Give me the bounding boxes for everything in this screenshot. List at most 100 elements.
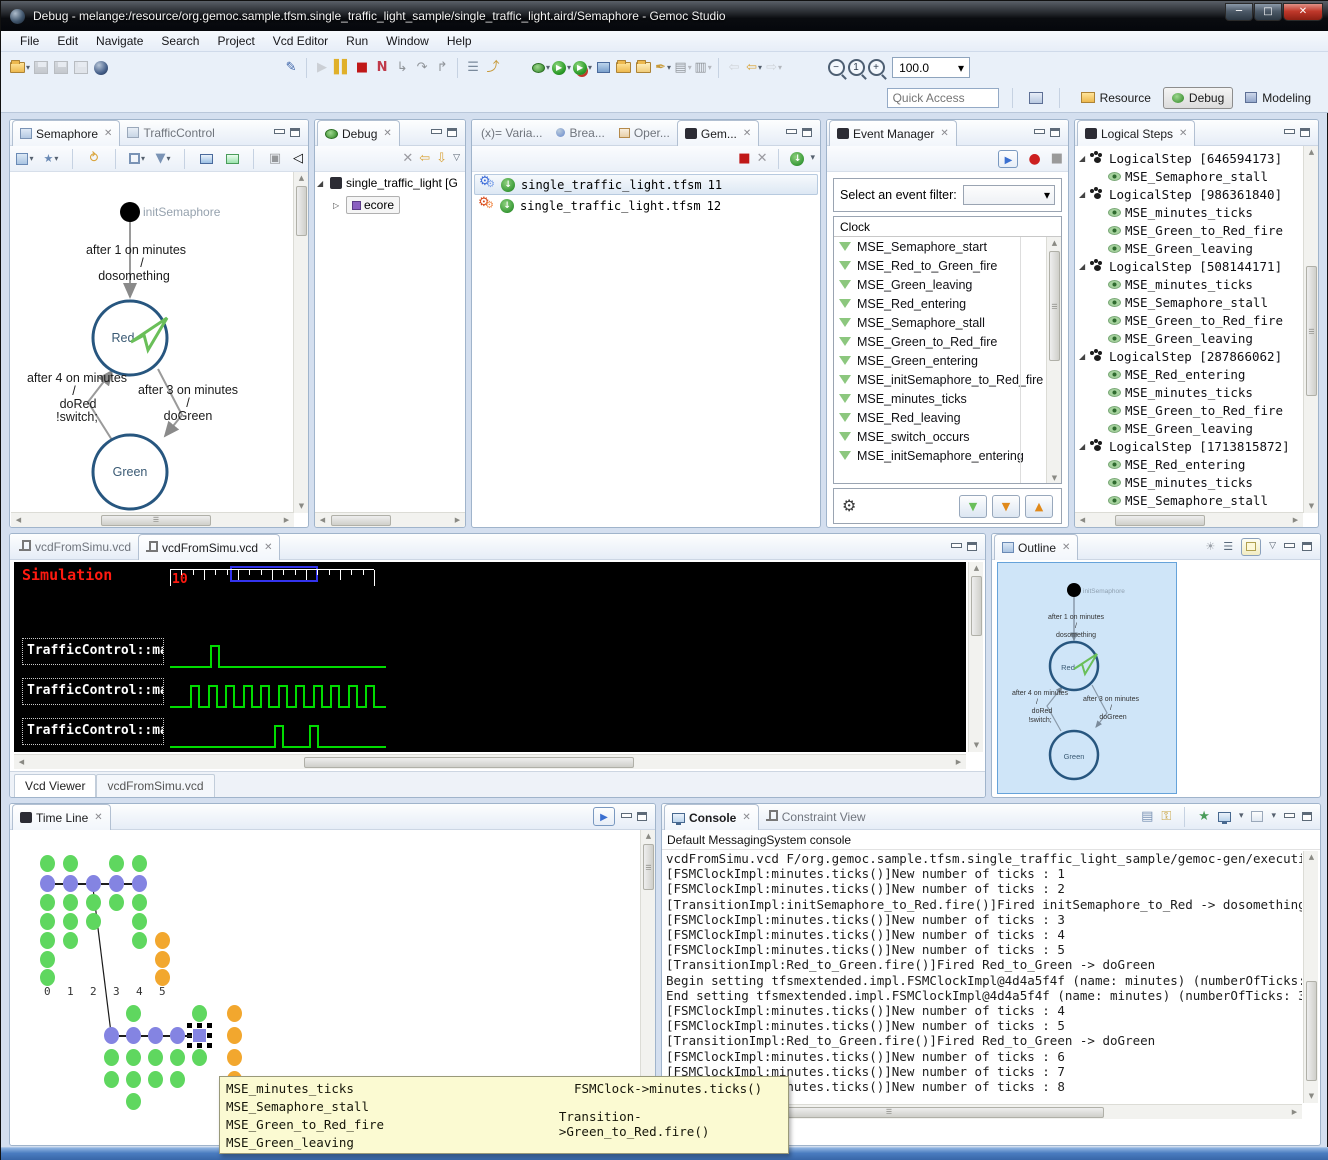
vcd-vscrollbar[interactable]: ▲▼ [968,562,983,752]
maximize-view-icon[interactable] [1302,542,1312,551]
perspective-resource-button[interactable]: Resource [1073,88,1159,108]
outline-overview[interactable]: initSemaphore after 1 on minutes / dosom… [997,562,1177,794]
tab-event-manager-close-icon[interactable]: ✕ [940,128,948,139]
perspective-debug-button[interactable]: Debug [1163,87,1233,109]
tab-logical-steps[interactable]: Logical Steps✕ [1077,120,1195,146]
engine-row[interactable]: ⚙⚙↓single_traffic_light.tfsm11 [474,174,818,195]
timeline-green-dot[interactable] [148,1071,163,1088]
expander-icon[interactable]: ◢ [317,179,326,188]
timeline-green-dot[interactable] [192,1049,207,1066]
clock-row[interactable]: MSE_Red_to_Green_fire [834,256,1061,275]
timeline-green-dot[interactable] [192,1005,207,1022]
force-clock-up-button[interactable]: ▲ [1025,495,1053,518]
expander-icon[interactable]: ◢ [1079,154,1088,163]
clock-row[interactable]: MSE_initSemaphore_to_Red_fire [834,370,1061,389]
minimize-view-icon[interactable] [951,543,961,551]
logical-step-node[interactable]: ◢LogicalStep [646594173] [1075,149,1318,167]
minimize-view-icon[interactable] [274,129,284,137]
timeline-blue-dot[interactable] [109,875,124,892]
transition-red-to-green[interactable] [158,369,182,436]
run-history-button[interactable]: ▶▾ [551,57,572,79]
zoom-level-combo[interactable]: 100.0 ▾ [892,57,970,78]
vcd-signal-label[interactable]: TrafficControl::mai... [22,638,164,665]
overview-mode-button[interactable] [1241,538,1261,556]
timeline-green-dot[interactable] [40,855,55,872]
logical-step-event[interactable]: MSE_Red_entering [1075,455,1318,473]
update-button[interactable] [91,57,111,79]
menu-file[interactable]: File [11,32,48,50]
expander-icon[interactable]: ◢ [1079,262,1088,271]
minimize-view-icon[interactable] [431,129,441,137]
logical-step-event[interactable]: MSE_minutes_ticks [1075,275,1318,293]
timeline-green-dot[interactable] [148,1049,163,1066]
display-console-dropdown[interactable]: ▾ [1239,812,1244,821]
tab-breakpoints[interactable]: Brea... [549,120,611,145]
menu-navigate[interactable]: Navigate [87,32,152,50]
timeline-green-dot[interactable] [126,1071,141,1088]
step-into-button[interactable]: ↳ [392,57,412,79]
semaphore-hscrollbar[interactable]: ◀▶☰ [11,512,294,527]
timeline-green-dot[interactable] [40,969,55,986]
menu-help[interactable]: Help [438,32,481,50]
timeline-orange-dot[interactable] [155,969,170,986]
maximize-view-icon[interactable] [1050,128,1060,137]
external-tools-button[interactable]: ▶▾ [572,57,593,79]
clock-row[interactable]: MSE_initSemaphore_entering [834,446,1061,465]
layout-button[interactable]: ▾ [15,148,35,170]
console-lines[interactable]: vcdFromSimu.vcd F/org.gemoc.sample.tfsm.… [666,851,1302,1101]
print-button[interactable] [71,57,91,79]
timeline-green-dot[interactable] [132,932,147,949]
logical-step-node[interactable]: ◢LogicalStep [287866062] [1075,347,1318,365]
view-menu-icon[interactable]: ▽ [1269,542,1276,551]
menu-run[interactable]: Run [337,32,377,50]
timeline-blue-dot[interactable] [148,1027,163,1044]
timeline-green-dot[interactable] [40,913,55,930]
tab-vcd-inactive[interactable]: vcdFromSimu.vcd [12,534,138,559]
tab-operations[interactable]: Oper... [612,120,677,145]
skip-breakpoints-button[interactable]: ✎ [281,57,301,79]
logical-step-event[interactable]: MSE_minutes_ticks [1075,203,1318,221]
step-return-button[interactable]: ↱ [432,57,452,79]
logical-step-event[interactable]: MSE_Semaphore_stall [1075,491,1318,509]
tree-view-icon[interactable]: ☰ [1223,541,1233,552]
force-clock-down-button[interactable]: ▼ [959,495,987,518]
export-diagram-button[interactable] [222,148,242,170]
logical-step-event[interactable]: MSE_Green_to_Red_fire [1075,311,1318,329]
open-folder-button[interactable] [613,57,633,79]
timeline-blue-dot[interactable] [104,1027,119,1044]
stop-engine-icon[interactable]: ■ [738,152,750,165]
paste-button[interactable]: ▣ [265,148,285,170]
collapse-toolbar-icon[interactable]: ◁ [293,152,303,165]
timeline-green-dot[interactable] [132,855,147,872]
timeline-green-dot[interactable] [132,894,147,911]
initial-state-node[interactable] [120,202,140,222]
vcd-hscrollbar[interactable]: ◀▶ [14,754,966,769]
scroll-lock-icon[interactable]: ⚿ [1161,810,1171,823]
import-folder-button[interactable] [633,57,653,79]
tab-variables[interactable]: (x)= Varia... [474,120,549,145]
timeline-green-dot[interactable] [40,894,55,911]
close-button[interactable]: ✕ [1283,3,1323,21]
tab-console-close-icon[interactable]: ✕ [742,812,750,823]
step-over-button[interactable]: ↷ [412,57,432,79]
timeline-green-dot[interactable] [132,913,147,930]
tab-vcd-active[interactable]: vcdFromSimu.vcd✕ [138,534,280,560]
highlight-button[interactable]: ✒▾ [653,57,673,79]
expander-icon[interactable]: ◢ [1079,442,1088,451]
resume-button[interactable]: ▶ [312,57,332,79]
tab-semaphore[interactable]: Semaphore✕ [12,120,120,146]
logical-steps-hscrollbar[interactable]: ◀▶ [1075,512,1303,527]
tab-vcd-viewer[interactable]: Vcd Viewer [14,774,96,797]
tab-timeline[interactable]: Time Line✕ [12,804,111,830]
engine-row[interactable]: ⚙⚙↓single_traffic_light.tfsm12 [474,195,818,216]
timeline-green-dot[interactable] [63,913,78,930]
debug-history-button[interactable]: ▾ [531,57,551,79]
timeline-blue-dot[interactable] [132,875,147,892]
debug-tree-root[interactable]: ◢ single_traffic_light [G [317,176,463,190]
timeline-green-dot[interactable] [40,932,55,949]
timeline-green-dot[interactable] [86,894,101,911]
save-all-button[interactable] [51,57,71,79]
clock-row[interactable]: MSE_switch_occurs [834,427,1061,446]
event-filter-combo[interactable]: ▾ [963,185,1055,205]
console-vscrollbar[interactable]: ▲▼ [1303,851,1318,1103]
